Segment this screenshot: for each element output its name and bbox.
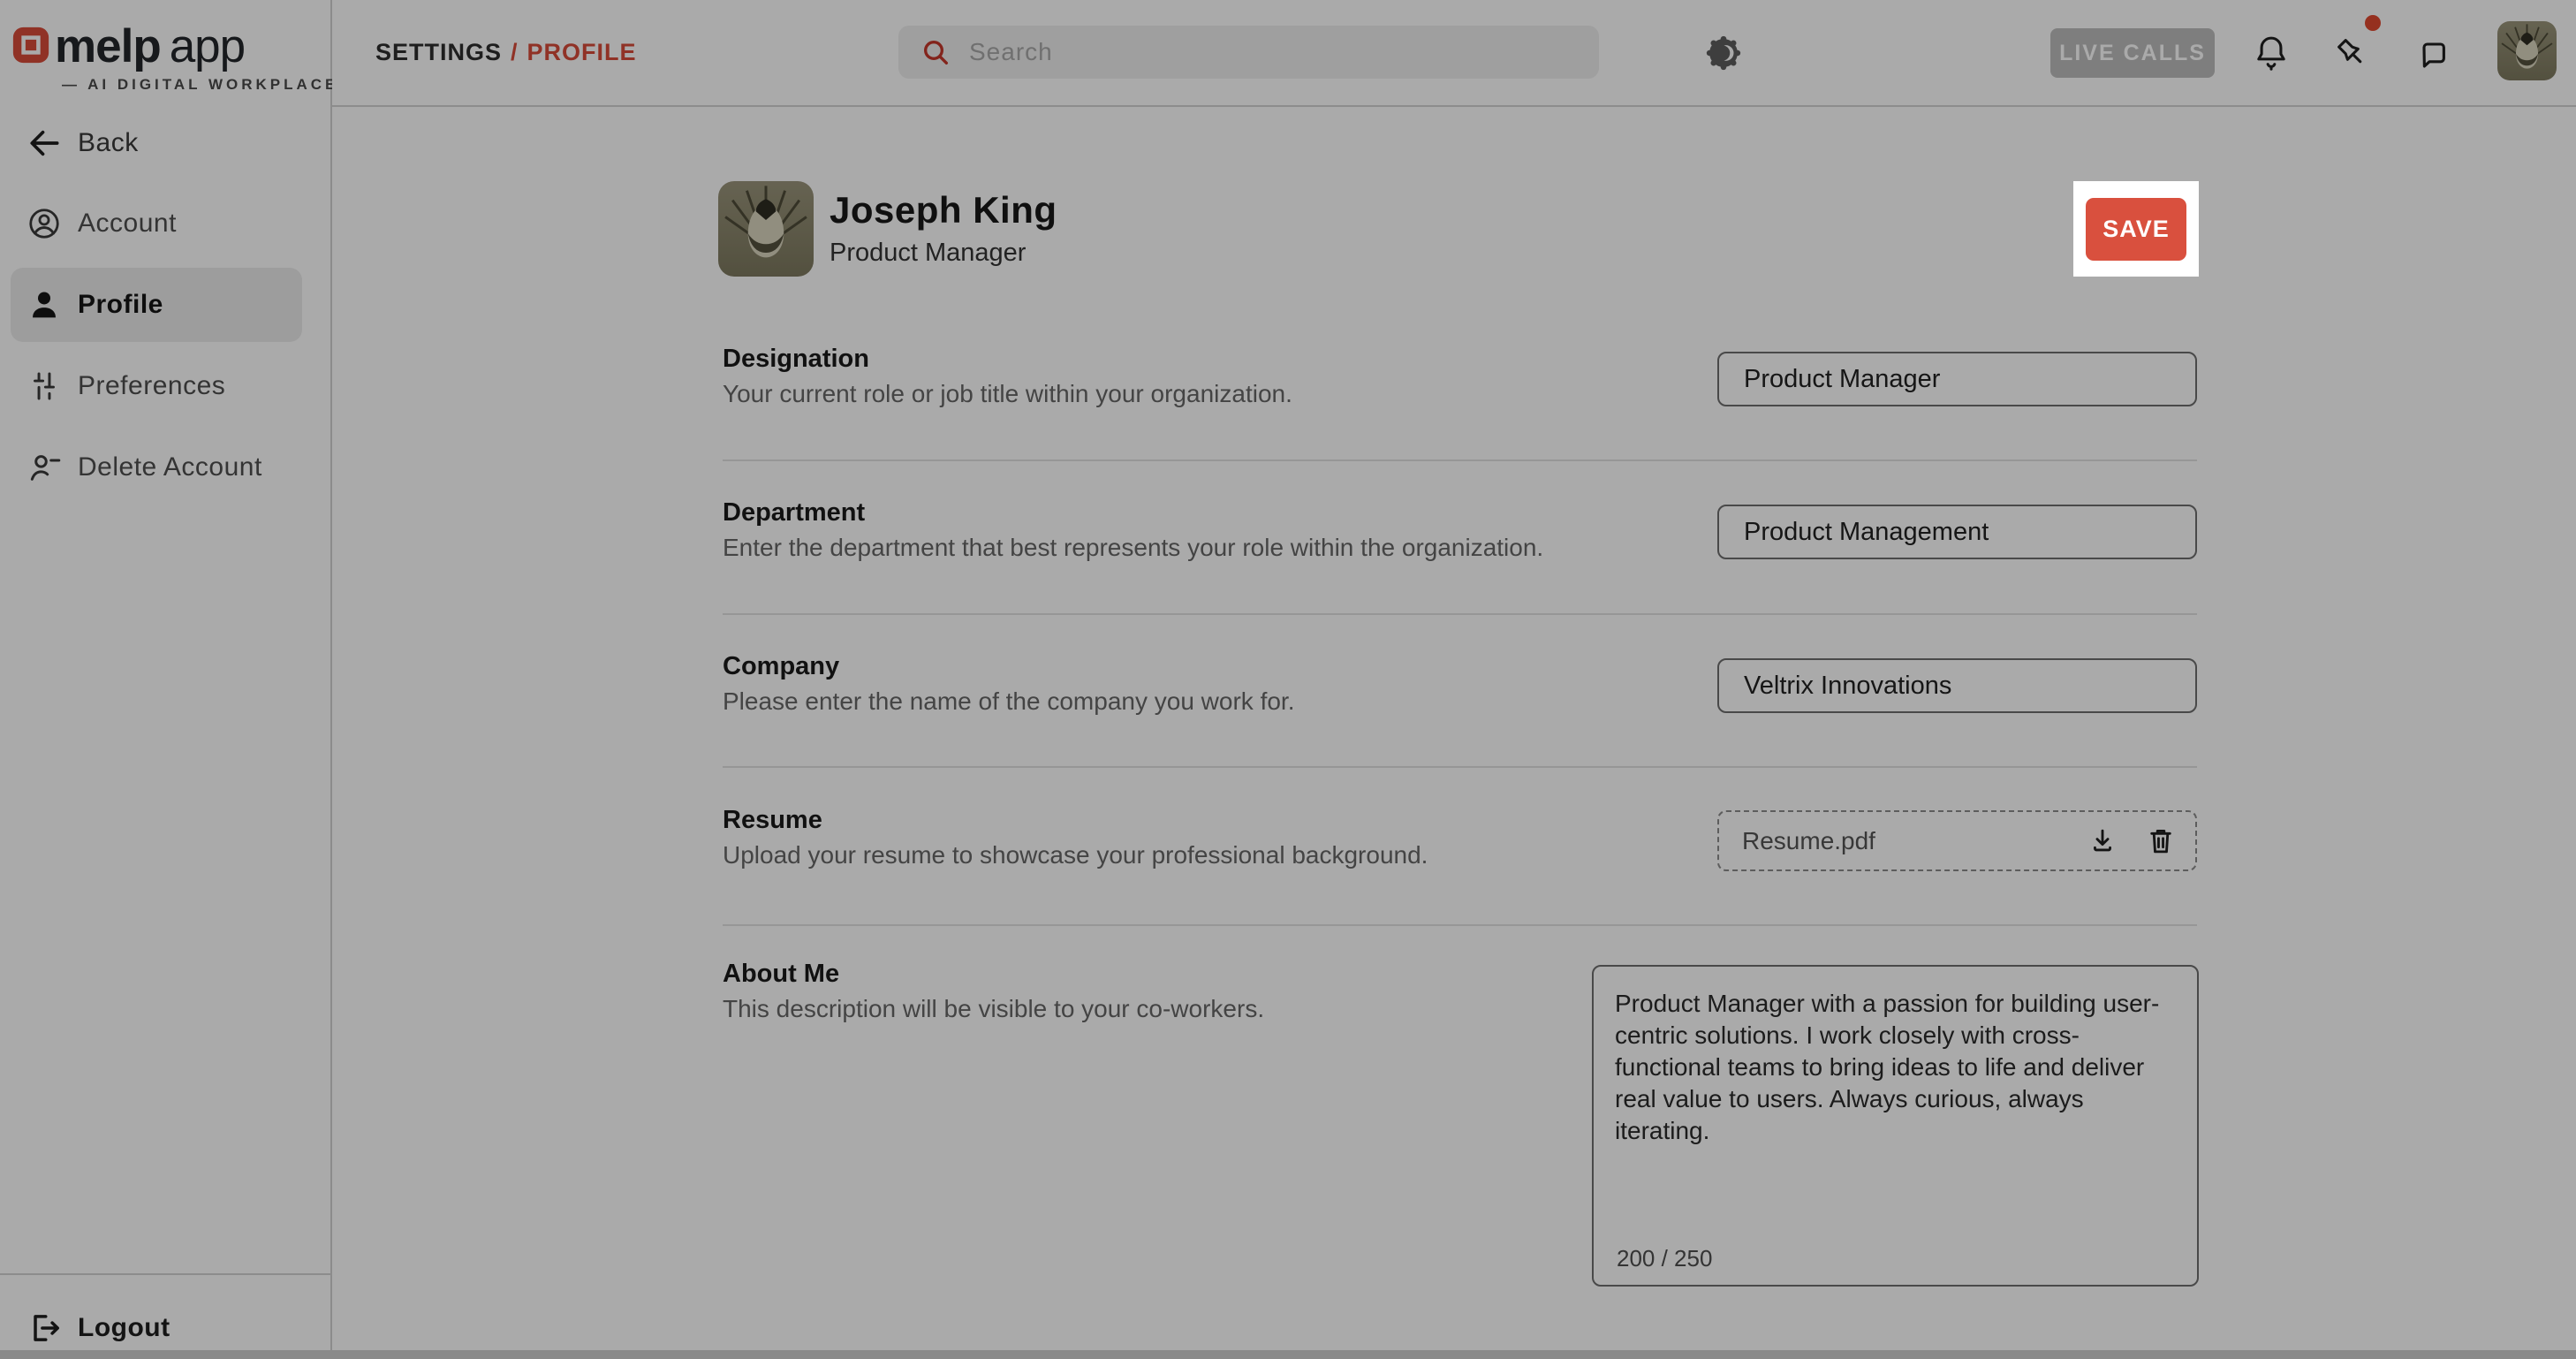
brand-name-primary: melp [55,20,161,72]
logout-icon [25,1309,64,1348]
logout-label: Logout [78,1313,170,1343]
back-button[interactable]: Back [0,104,332,182]
person-remove-icon [25,448,64,487]
brand-name-secondary: app [170,20,245,72]
row-divider [723,924,2197,926]
sidebar-item-label: Preferences [78,371,225,401]
department-input[interactable] [1717,505,2197,559]
brand-logo: melpapp — AI DIGITAL WORKPLACE — [0,0,332,106]
breadcrumb-settings[interactable]: SETTINGS [375,39,502,66]
sidebar-item-account[interactable]: Account [0,185,332,262]
sidebar-item-profile[interactable]: Profile [11,268,302,342]
field-label-about-me: About Me [723,960,839,989]
search-box[interactable] [898,26,1599,79]
delete-resume-button[interactable] [2144,824,2178,858]
field-label-company: Company [723,652,839,681]
breadcrumb-separator: / [511,39,519,66]
profile-name: Joseph King [830,189,1057,232]
profile-avatar[interactable] [718,181,814,277]
brand-tagline: — AI DIGITAL WORKPLACE — [62,76,365,94]
pin-icon[interactable] [2331,33,2372,73]
topbar: SETTINGS / PROFILE LIVE CALLS [332,0,2576,107]
sidebar-divider [0,1273,332,1275]
chat-icon[interactable] [2414,34,2455,75]
profile-job-title: Product Manager [830,239,1026,268]
search-icon [918,34,953,70]
field-description-resume: Upload your resume to showcase your prof… [723,841,1428,869]
field-description-designation: Your current role or job title within yo… [723,380,1292,408]
melp-logo-icon [12,27,49,64]
field-label-resume: Resume [723,806,822,835]
company-input[interactable] [1717,658,2197,713]
preferences-sliders-icon [25,367,64,406]
field-description-department: Enter the department that best represent… [723,534,1543,562]
field-description-about-me: This description will be visible to your… [723,995,1264,1023]
about-me-textarea[interactable]: Product Manager with a passion for build… [1594,967,2197,1285]
account-icon [25,204,64,243]
resume-file-name: Resume.pdf [1742,827,1875,855]
row-divider [723,766,2197,768]
character-counter: 200 / 250 [1617,1245,1712,1272]
topbar-user-avatar[interactable] [2497,21,2557,80]
sidebar-item-label: Account [78,209,177,239]
back-arrow-icon [25,124,64,163]
logout-button[interactable]: Logout [0,1289,332,1359]
designation-input[interactable] [1717,352,2197,406]
sidebar: melpapp — AI DIGITAL WORKPLACE — Back Ac… [0,0,332,1359]
pin-notification-dot [2365,15,2381,31]
back-label: Back [78,128,139,158]
app-window: melpapp — AI DIGITAL WORKPLACE — Back Ac… [0,0,2576,1359]
field-label-designation: Designation [723,345,869,374]
sidebar-item-label: Delete Account [78,452,262,482]
sidebar-item-delete-account[interactable]: Delete Account [0,429,332,506]
breadcrumb: SETTINGS / PROFILE [375,0,637,105]
field-description-company: Please enter the name of the company you… [723,687,1294,716]
breadcrumb-profile: PROFILE [527,39,637,66]
field-label-department: Department [723,498,865,528]
brand-name: melpapp [55,19,245,73]
sidebar-item-label: Profile [78,290,163,320]
sidebar-item-preferences[interactable]: Preferences [0,347,332,425]
profile-icon [25,285,64,324]
notifications-bell-icon[interactable] [2251,33,2292,73]
download-resume-button[interactable] [2086,824,2119,858]
live-calls-button[interactable]: LIVE CALLS [2050,28,2215,78]
search-input[interactable] [969,38,1499,66]
window-bottom-edge [0,1350,2576,1359]
resume-upload-box[interactable]: Resume.pdf [1717,810,2197,871]
save-button[interactable]: SAVE [2086,198,2186,261]
save-button-spotlight: SAVE [2073,181,2199,277]
row-divider [723,459,2197,461]
about-me-field: Product Manager with a passion for build… [1592,965,2199,1287]
theme-toggle-icon[interactable] [1703,33,1744,73]
row-divider [723,613,2197,615]
